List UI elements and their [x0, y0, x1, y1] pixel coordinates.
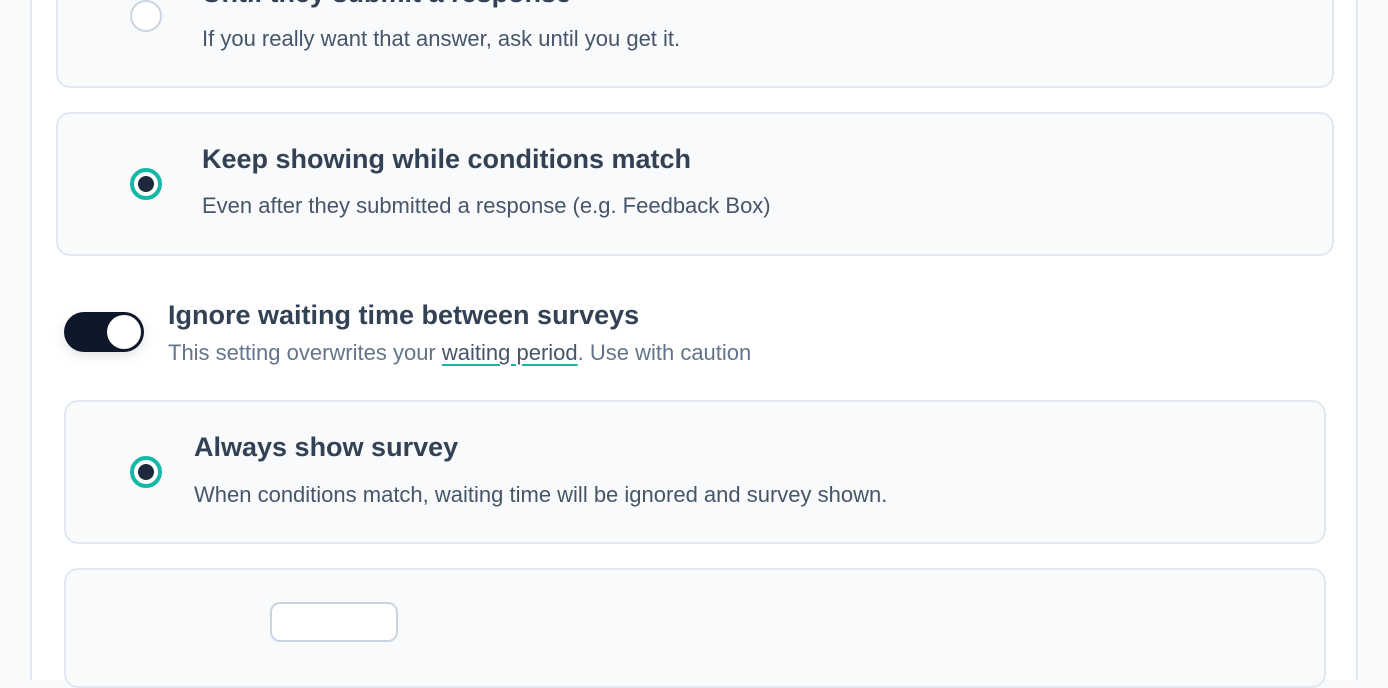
- toggle-knob: [107, 315, 141, 349]
- option-description-keep-showing: Even after they submitted a response (e.…: [202, 193, 771, 218]
- option-title-until-submit: Until they submit a response: [202, 0, 571, 9]
- option-card-next[interactable]: [64, 568, 1326, 688]
- radio-until-submit[interactable]: [130, 0, 162, 32]
- ignore-waiting-desc-suffix: . Use with caution: [577, 340, 752, 365]
- option-description-always-show: When conditions match, waiting time will…: [194, 482, 888, 507]
- option-card-keep-showing[interactable]: [56, 112, 1334, 256]
- option-card-always-show[interactable]: [64, 400, 1326, 544]
- ignore-waiting-toggle[interactable]: [64, 312, 144, 352]
- radio-always-show[interactable]: [130, 456, 162, 488]
- radio-keep-showing[interactable]: [130, 168, 162, 200]
- option-title-keep-showing: Keep showing while conditions match: [202, 144, 692, 174]
- option-title-always-show: Always show survey: [194, 432, 459, 462]
- ignore-waiting-desc-prefix: This setting overwrites your: [168, 340, 442, 365]
- option-description-until-submit: If you really want that answer, ask unti…: [202, 26, 681, 51]
- number-input[interactable]: [270, 602, 398, 642]
- ignore-waiting-title: Ignore waiting time between surveys: [168, 300, 640, 330]
- ignore-waiting-description: This setting overwrites your waiting per…: [168, 340, 751, 366]
- waiting-period-link[interactable]: waiting period: [442, 340, 578, 365]
